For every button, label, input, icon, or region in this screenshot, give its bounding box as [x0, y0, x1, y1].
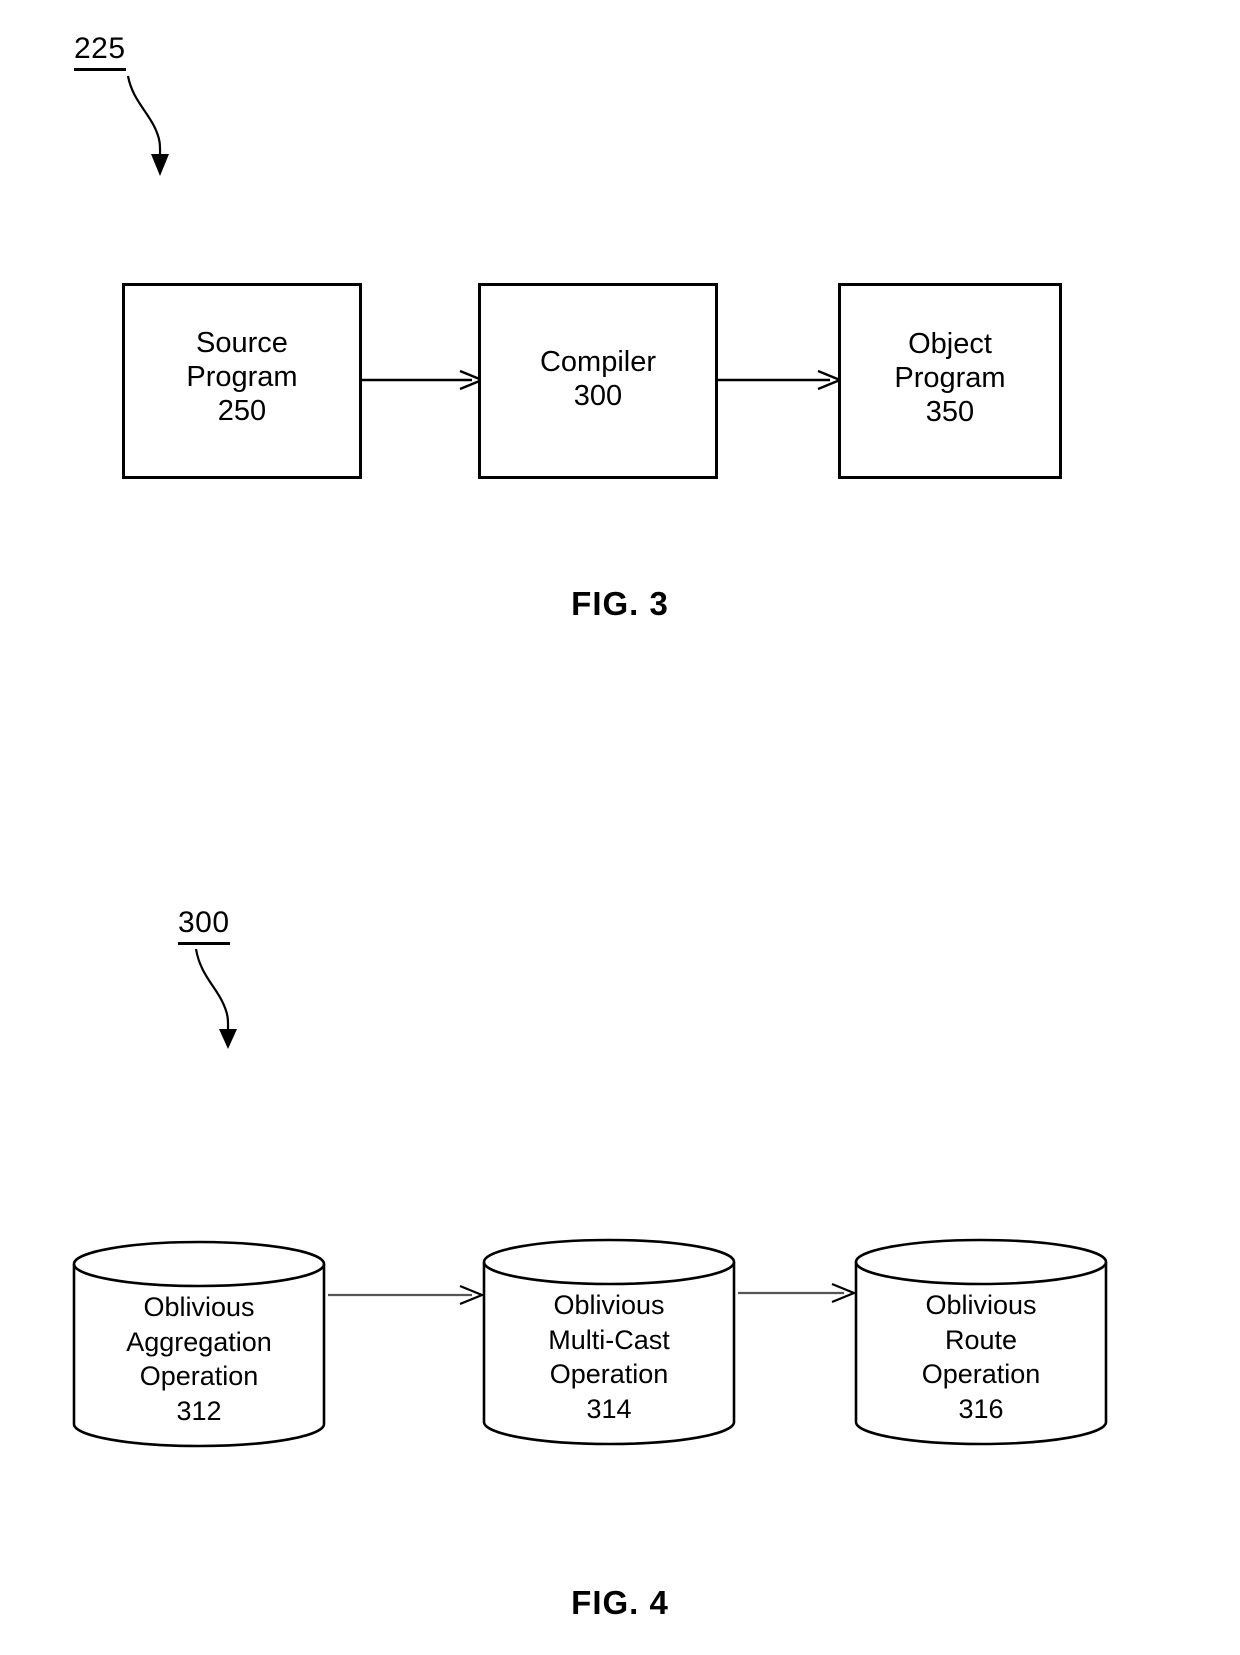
cylinder-route-line-1: Oblivious — [925, 1290, 1037, 1320]
arrow-aggregation-to-multicast-icon — [328, 1284, 484, 1306]
cylinder-multicast-line-2: Multi-Cast — [548, 1324, 670, 1355]
block-compiler-line-1: Compiler — [539, 345, 657, 378]
reference-numeral-225: 225 — [74, 34, 126, 71]
figure-caption-fig-4: FIG. 4 — [571, 1584, 669, 1621]
patent-drawing-sheet: 225 Source Program 250 Compiler 300 Obje… — [0, 0, 1240, 1655]
block-source-program-line-1: Source — [196, 326, 288, 359]
cylinder-oblivious-aggregation-operation: Oblivious Aggregation Operation 312 — [70, 1238, 328, 1450]
cylinder-aggregation-line-2: Aggregation — [126, 1326, 272, 1357]
cylinder-multicast-line-1: Oblivious — [553, 1290, 665, 1320]
reference-numeral-300: 300 — [178, 908, 230, 945]
block-source-program-numeral: 250 — [217, 395, 267, 428]
cylinder-aggregation-numeral: 312 — [176, 1395, 222, 1426]
lead-line-arrow-icon-300 — [194, 948, 237, 1049]
cylinder-multicast-line-3: Operation — [549, 1359, 669, 1390]
block-source-program: Source Program 250 — [122, 283, 362, 479]
cylinder-oblivious-multi-cast-operation: Oblivious Multi-Cast Operation 314 — [480, 1236, 738, 1448]
block-object-program: Object Program 350 — [838, 283, 1062, 479]
cylinder-route-line-2: Route — [944, 1324, 1018, 1355]
arrow-source-to-compiler-icon — [360, 369, 484, 391]
lead-line-arrow-icon-225 — [126, 75, 169, 176]
cylinder-aggregation-line-1: Oblivious — [143, 1292, 255, 1322]
arrow-multicast-to-route-icon — [738, 1282, 856, 1304]
cylinder-aggregation-line-3: Operation — [139, 1361, 259, 1392]
block-compiler: Compiler 300 — [478, 283, 718, 479]
block-object-program-line-2: Program — [894, 361, 1006, 394]
block-source-program-line-2: Program — [186, 360, 298, 393]
block-compiler-numeral: 300 — [573, 380, 623, 412]
block-object-program-numeral: 350 — [925, 396, 975, 429]
figure-caption-fig-3: FIG. 3 — [571, 585, 669, 622]
block-object-program-line-1: Object — [908, 327, 992, 360]
cylinder-route-line-3: Operation — [921, 1359, 1041, 1390]
arrow-compiler-to-object-icon — [716, 369, 842, 391]
cylinder-route-numeral: 316 — [958, 1393, 1004, 1424]
cylinder-oblivious-route-operation: Oblivious Route Operation 316 — [852, 1236, 1110, 1448]
cylinder-multicast-numeral: 314 — [586, 1393, 632, 1424]
